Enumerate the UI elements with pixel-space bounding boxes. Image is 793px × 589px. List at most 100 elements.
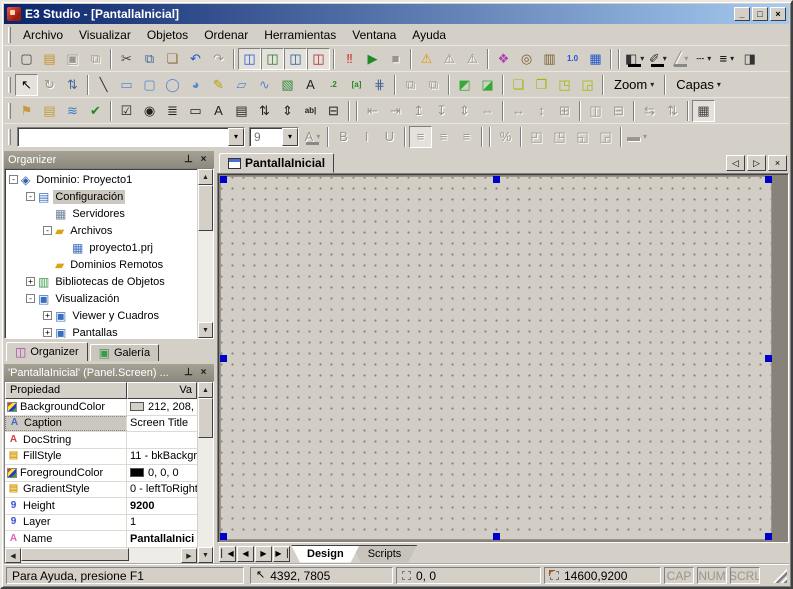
font-name-combo[interactable]: ▾	[17, 127, 245, 147]
tree-item[interactable]: -◈Dominio: Proyecto1	[5, 171, 197, 188]
collapse-minus-icon[interactable]: -	[9, 175, 18, 184]
document-tab-pantallainicial[interactable]: PantallaInicial	[219, 153, 334, 173]
toggle-watch-button[interactable]: ◫	[307, 48, 330, 70]
tab-order-button[interactable]: ⇅	[61, 74, 84, 96]
send-backward-button[interactable]: ◲	[576, 74, 599, 96]
property-row[interactable]: 9Height9200	[5, 498, 197, 515]
underline-button[interactable]: U	[378, 126, 401, 148]
ellipse-tool-button[interactable]: ◯	[161, 74, 184, 96]
property-value-cell[interactable]: 11 - bkBackgro	[127, 449, 197, 465]
maximize-button[interactable]: □	[752, 7, 768, 21]
tab-galeria[interactable]: ▣ Galería	[90, 344, 159, 361]
property-name-cell[interactable]: ▤FillStyle	[5, 449, 127, 465]
expand-plus-icon[interactable]: +	[43, 328, 52, 337]
bold-button[interactable]: B	[332, 126, 355, 148]
database-object-button[interactable]: ▤	[38, 100, 61, 122]
scroll-track[interactable]	[198, 438, 213, 547]
center-vertical-button[interactable]: ⇕	[453, 100, 476, 122]
color-palette-button[interactable]: ❖	[492, 48, 515, 70]
align-bottom-button[interactable]: ↧	[430, 100, 453, 122]
tree-item[interactable]: ▦Servidores	[5, 205, 197, 222]
updown-control-button[interactable]: ⇕	[276, 100, 299, 122]
anchor-bottom-button[interactable]: ◳	[548, 126, 571, 148]
column-header-propiedad[interactable]: Propiedad	[5, 382, 127, 399]
menu-item-herramientas[interactable]: Herramientas	[256, 25, 344, 45]
bring-to-front-button[interactable]: ❏	[507, 74, 530, 96]
toolbar-grip[interactable]	[8, 77, 11, 93]
pin-icon[interactable]: ⊥	[182, 153, 195, 166]
close-icon[interactable]: ×	[197, 153, 210, 166]
close-icon[interactable]: ×	[197, 366, 210, 379]
toolbar-grip[interactable]	[8, 51, 11, 67]
menu-item-objetos[interactable]: Objetos	[139, 25, 196, 45]
column-header-valor[interactable]: Va	[127, 382, 197, 399]
close-document-button[interactable]: ×	[768, 155, 787, 171]
combobox-control-button[interactable]: ▤	[230, 100, 253, 122]
cut-button[interactable]: ✂	[115, 48, 138, 70]
property-row[interactable]: 9Layer1	[5, 515, 197, 532]
next-document-button[interactable]: ▷	[747, 155, 766, 171]
tree-item[interactable]: +▣Viewer y Cuadros	[5, 307, 197, 324]
textbox-tool-button[interactable]: [a]	[345, 74, 368, 96]
font-size-combo[interactable]: 9▾	[249, 127, 299, 147]
property-value-cell[interactable]: Screen Title	[127, 416, 197, 432]
collapse-minus-icon[interactable]: -	[26, 294, 35, 303]
verify-errors-button[interactable]: ⚠	[461, 48, 484, 70]
resize-grip[interactable]	[773, 569, 787, 583]
format-values-button[interactable]: 1.0	[561, 48, 584, 70]
menu-item-ayuda[interactable]: Ayuda	[404, 25, 454, 45]
scroll-thumb[interactable]	[198, 398, 213, 438]
brush-color-button[interactable]: ✐▾	[646, 48, 669, 70]
verify-warnings-button[interactable]: ⚠	[438, 48, 461, 70]
scroll-thumb[interactable]	[21, 548, 129, 561]
ungroup-button[interactable]: ⧉	[422, 74, 445, 96]
copy-button[interactable]: ⧉	[138, 48, 161, 70]
selection-handle-middle-right[interactable]	[765, 355, 772, 362]
arc-tool-button[interactable]: ◕	[184, 74, 207, 96]
property-row[interactable]: BackgroundColor212, 208, 2	[5, 399, 197, 416]
minimize-button[interactable]: _	[734, 7, 750, 21]
tree-item[interactable]: +▥Bibliotecas de Objetos	[5, 273, 197, 290]
text-align-center-button[interactable]: ≡	[432, 126, 455, 148]
screen-canvas[interactable]	[220, 176, 772, 540]
first-sheet-button[interactable]: ▏◀	[219, 546, 236, 562]
property-value-cell[interactable]: 0, 0, 0	[127, 465, 197, 481]
property-value-cell[interactable]: PantallaInici	[127, 531, 197, 547]
selection-handle-bottom-middle[interactable]	[493, 533, 500, 540]
tree-item[interactable]: -▤Configuración	[5, 188, 197, 205]
sheet-tab-design[interactable]: Design	[291, 545, 360, 563]
sheet-tab-scripts[interactable]: Scripts	[352, 545, 418, 563]
toggle-properties-button[interactable]: ◫	[284, 48, 307, 70]
property-name-cell[interactable]: ACaption	[5, 416, 127, 432]
align-right-button[interactable]: ⇥	[384, 100, 407, 122]
selection-handle-top-middle[interactable]	[493, 176, 500, 183]
toggle-galeria-button[interactable]: ◫	[261, 48, 284, 70]
scroll-track[interactable]	[129, 548, 181, 563]
anchor-top-button[interactable]: ◰	[525, 126, 548, 148]
capas-menu-button[interactable]: Capas▾	[669, 74, 728, 96]
search-objects-button[interactable]: ◎	[515, 48, 538, 70]
collapse-minus-icon[interactable]: -	[26, 192, 35, 201]
line-tool-button[interactable]: ╲	[92, 74, 115, 96]
menu-item-ordenar[interactable]: Ordenar	[196, 25, 256, 45]
screen-manager-button[interactable]: ▦	[584, 48, 607, 70]
properties-vscrollbar[interactable]: ▲ ▼	[197, 382, 213, 563]
line-width-button[interactable]: ≡▾	[715, 48, 738, 70]
align-left-button[interactable]: ⇤	[361, 100, 384, 122]
tree-item[interactable]: +▣Pantallas	[5, 324, 197, 338]
link-vertical-button[interactable]: ◪	[476, 74, 499, 96]
grid-toggle-button[interactable]: ▦	[692, 100, 715, 122]
object-browser-button[interactable]: ▥	[538, 48, 561, 70]
toolbar-grip[interactable]	[8, 103, 11, 119]
run-verify-button[interactable]: ▶	[361, 48, 384, 70]
selection-handle-middle-left[interactable]	[220, 355, 227, 362]
property-row[interactable]: ForegroundColor0, 0, 0	[5, 465, 197, 482]
property-name-cell[interactable]: 9Layer	[5, 515, 127, 531]
property-value-cell[interactable]: 1	[127, 515, 197, 531]
property-row[interactable]: ANamePantallaInici	[5, 531, 197, 548]
line-style-button[interactable]: ┄▾	[692, 48, 715, 70]
toggle-organizer-button[interactable]: ◫	[238, 48, 261, 70]
alarm-object-button[interactable]: ⚑	[15, 100, 38, 122]
curve-tool-button[interactable]: ∿	[253, 74, 276, 96]
percent-format-button[interactable]: %	[494, 126, 517, 148]
